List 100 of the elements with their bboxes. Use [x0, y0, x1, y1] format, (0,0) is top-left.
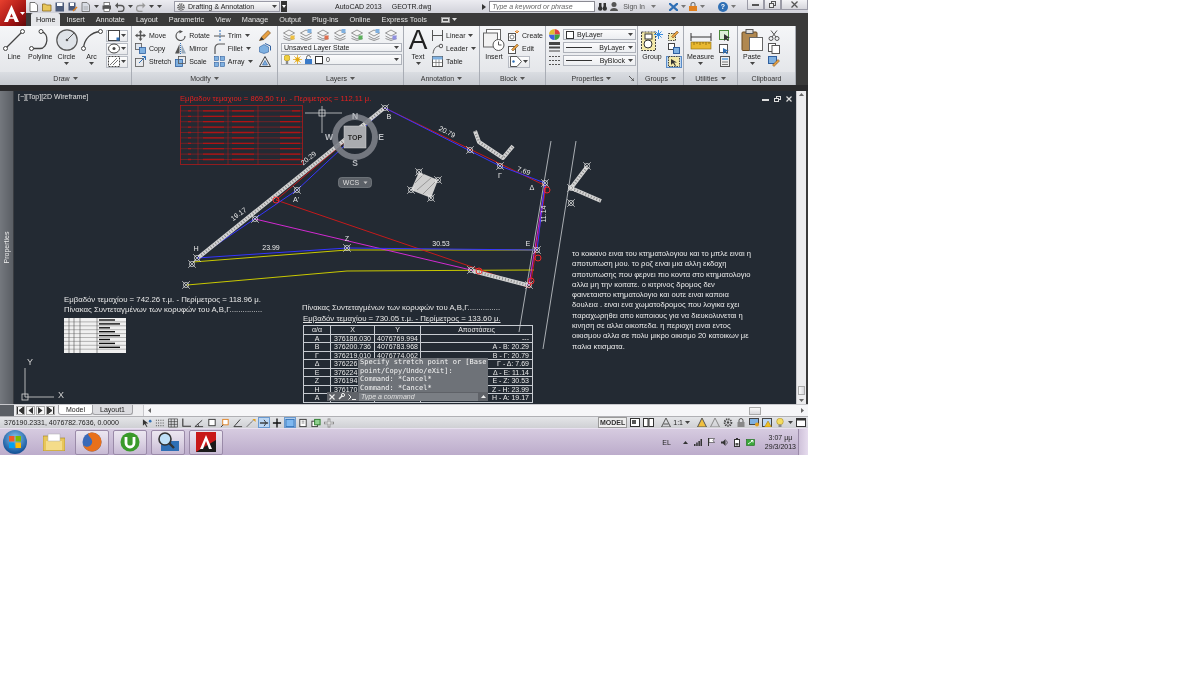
- status-toggle-button[interactable]: [310, 417, 322, 428]
- status-toggle-button[interactable]: [167, 417, 179, 428]
- new-file-icon[interactable]: [29, 1, 39, 12]
- caret-icon[interactable]: [523, 60, 528, 63]
- status-toggle-button[interactable]: [258, 417, 270, 428]
- restore-button[interactable]: [764, 0, 781, 10]
- battery-icon[interactable]: [733, 437, 740, 447]
- last-page-icon[interactable]: [46, 406, 55, 415]
- status-toggle-button[interactable]: [141, 417, 153, 428]
- status-toggle-button[interactable]: [271, 417, 283, 428]
- x-logo-icon[interactable]: [669, 2, 678, 11]
- triangle-icon[interactable]: [697, 418, 707, 427]
- next-icon[interactable]: [36, 406, 45, 415]
- icon-button[interactable]: [105, 55, 128, 68]
- status-toggle-button[interactable]: [206, 417, 218, 428]
- caret-icon[interactable]: [213, 77, 219, 80]
- binoculars-icon[interactable]: [598, 2, 608, 11]
- padlock-icon[interactable]: [689, 2, 697, 11]
- status-toggle-button[interactable]: [193, 417, 205, 428]
- dialog-launcher-icon[interactable]: [629, 76, 634, 81]
- icon-button[interactable]: [666, 29, 682, 42]
- caret-icon[interactable]: [120, 47, 126, 50]
- icon-button[interactable]: [508, 55, 530, 68]
- save-icon[interactable]: [55, 1, 65, 12]
- monitor-icon[interactable]: [745, 438, 755, 446]
- status-toggle-button[interactable]: [323, 417, 335, 428]
- flag-icon[interactable]: [707, 438, 715, 446]
- window-icon[interactable]: [796, 418, 806, 427]
- undo-icon[interactable]: [115, 1, 125, 12]
- signal-bars-icon[interactable]: [693, 438, 702, 446]
- caret-icon[interactable]: [457, 77, 463, 80]
- horizontal-scrollbar[interactable]: [143, 405, 808, 416]
- gear-icon[interactable]: [723, 418, 733, 427]
- caret-icon[interactable]: [628, 46, 633, 49]
- window-icon[interactable]: [630, 418, 641, 427]
- caret-icon[interactable]: [788, 421, 793, 424]
- caret-icon[interactable]: [481, 395, 486, 398]
- caret-icon[interactable]: [350, 77, 355, 80]
- expand-arrow-icon[interactable]: [482, 3, 487, 10]
- close-button[interactable]: [781, 0, 808, 10]
- vertical-scrollbar[interactable]: [796, 91, 806, 404]
- close-icon[interactable]: [786, 96, 792, 102]
- caret-icon[interactable]: [470, 47, 476, 50]
- caret-icon[interactable]: [468, 34, 474, 37]
- icon-button[interactable]: [766, 55, 782, 68]
- caret-icon[interactable]: [394, 58, 399, 61]
- icon-button[interactable]: [105, 29, 128, 42]
- scrollbar-thumb[interactable]: [749, 406, 761, 415]
- caret-icon[interactable]: [64, 62, 69, 65]
- caret-icon[interactable]: [671, 77, 676, 80]
- compass-direction[interactable]: S: [352, 158, 358, 168]
- icon-button[interactable]: [766, 29, 782, 42]
- status-toggle-button[interactable]: [180, 417, 192, 428]
- document-icon[interactable]: [81, 1, 91, 12]
- caret-icon[interactable]: [244, 34, 250, 37]
- taskbar-button[interactable]: [189, 429, 223, 455]
- caret-icon[interactable]: [120, 34, 126, 37]
- panel-icon[interactable]: [440, 16, 450, 23]
- caret-icon[interactable]: [628, 33, 633, 36]
- caret-icon[interactable]: [272, 5, 277, 8]
- save-as-icon[interactable]: [68, 1, 78, 12]
- caret-icon[interactable]: [120, 60, 126, 63]
- scroll-right-icon[interactable]: [801, 408, 804, 413]
- status-toggle-button[interactable]: [284, 417, 296, 428]
- minimize-button[interactable]: [747, 0, 764, 10]
- wrench-icon[interactable]: [338, 393, 345, 400]
- caret-icon[interactable]: [606, 77, 612, 80]
- caret-icon[interactable]: [89, 62, 94, 65]
- restore-icon[interactable]: [774, 96, 781, 102]
- folder-icon[interactable]: [42, 1, 52, 12]
- close-icon[interactable]: [329, 393, 335, 400]
- scroll-up-icon[interactable]: [799, 93, 804, 96]
- icon-button[interactable]: [256, 29, 273, 42]
- two-panes-icon[interactable]: [643, 418, 655, 427]
- icon-button[interactable]: [256, 55, 273, 68]
- icon-button[interactable]: [666, 42, 682, 55]
- monitor-icon[interactable]: [749, 418, 759, 427]
- caret-icon[interactable]: [451, 18, 457, 21]
- user-icon[interactable]: [610, 2, 619, 11]
- up-arrow-icon[interactable]: [682, 440, 688, 444]
- icon-button[interactable]: [666, 55, 682, 68]
- warning-card-icon[interactable]: [762, 418, 772, 427]
- status-toggle-button[interactable]: [245, 417, 257, 428]
- caret-icon[interactable]: [720, 77, 726, 80]
- caret-icon[interactable]: [245, 47, 251, 50]
- icon-button[interactable]: [766, 42, 782, 55]
- caret-icon[interactable]: [685, 421, 690, 424]
- scroll-down-icon[interactable]: [799, 399, 804, 402]
- caret-icon[interactable]: [394, 46, 399, 49]
- compass-direction[interactable]: E: [378, 132, 384, 142]
- caret-icon[interactable]: [20, 11, 25, 15]
- caret-icon[interactable]: [628, 59, 633, 62]
- minimize-icon[interactable]: [762, 96, 769, 102]
- status-toggle-button[interactable]: [297, 417, 309, 428]
- caret-icon[interactable]: [72, 77, 78, 80]
- padlock-icon[interactable]: [736, 418, 746, 427]
- speaker-icon[interactable]: [720, 438, 728, 446]
- application-menu-button[interactable]: [0, 0, 26, 26]
- start-button[interactable]: [3, 430, 27, 454]
- compass-direction[interactable]: W: [325, 132, 333, 142]
